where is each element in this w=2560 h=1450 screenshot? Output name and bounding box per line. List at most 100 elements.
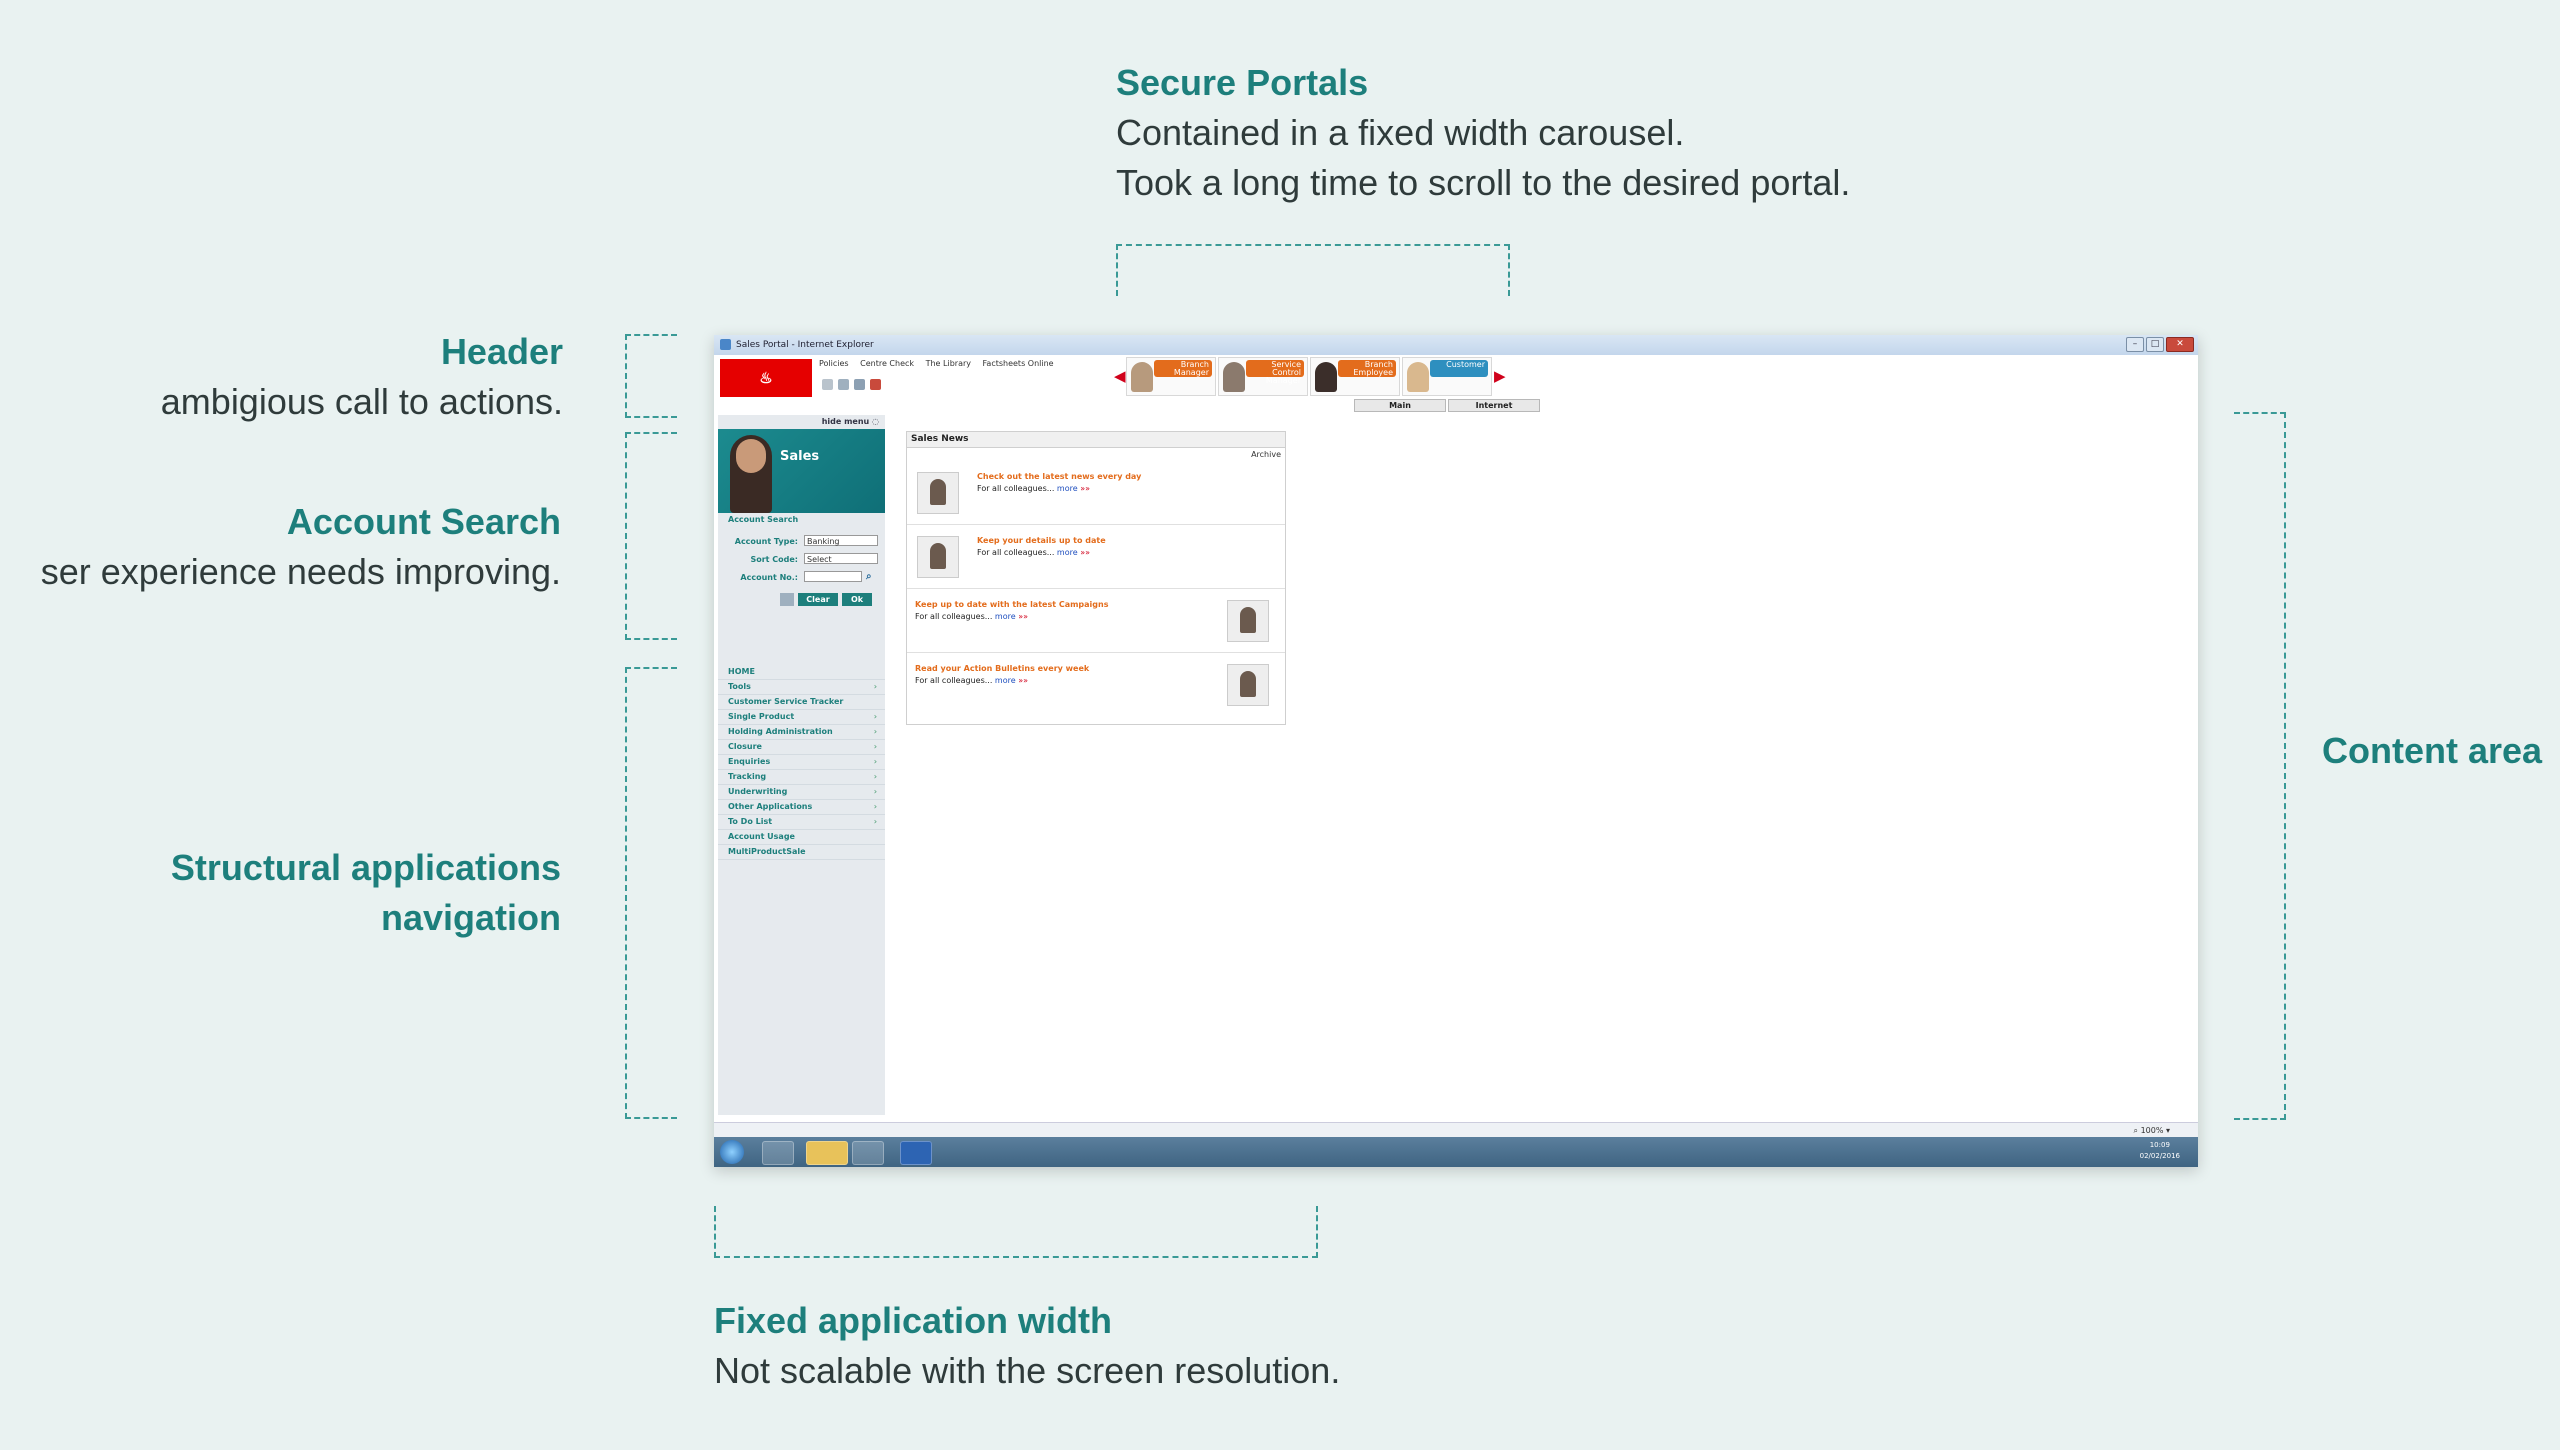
nav-label: Holding Administration: [728, 727, 833, 736]
news-body: For all colleagues... more »»: [915, 676, 1028, 685]
sidebar: hide menu ◌ Sales Account Search Account…: [718, 415, 885, 1115]
minimize-button[interactable]: –: [2126, 337, 2144, 352]
nav-item-tools[interactable]: Tools ›: [718, 680, 885, 695]
content-area-bracket: [2234, 412, 2286, 1120]
news-body-text: For all colleagues...: [977, 484, 1055, 493]
banner-person-face: [736, 439, 766, 473]
window-title: Sales Portal - Internet Explorer: [736, 340, 874, 350]
sales-news-panel: Sales News Archive Check out the latest …: [906, 431, 1286, 725]
ie-icon: [720, 339, 731, 350]
nav-label: Single Product: [728, 712, 795, 721]
nav-item-home[interactable]: HOME: [718, 665, 885, 680]
topnav-policies[interactable]: Policies: [819, 359, 849, 368]
nav-item-single-product[interactable]: Single Product ›: [718, 710, 885, 725]
nav-label: HOME: [728, 667, 755, 676]
account-type-select[interactable]: Banking: [804, 535, 878, 546]
nav-item-closure[interactable]: Closure ›: [718, 740, 885, 755]
account-no-row: Account No.: ⌕: [722, 571, 880, 584]
nav-label: Customer Service Tracker: [728, 697, 844, 706]
top-navigation: Policies Centre Check The Library Factsh…: [819, 357, 1063, 370]
archive-link[interactable]: Archive: [1251, 450, 1281, 459]
nav-item-tracking[interactable]: Tracking ›: [718, 770, 885, 785]
internet-explorer-icon[interactable]: [852, 1141, 884, 1165]
more-link[interactable]: more: [995, 612, 1016, 621]
chevron-right-icon: ›: [873, 742, 877, 751]
nav-label: Account Usage: [728, 832, 795, 841]
news-headline[interactable]: Check out the latest news every day: [977, 472, 1141, 481]
account-no-label: Account No.:: [740, 573, 798, 582]
nav-item-to-do-list[interactable]: To Do List ›: [718, 815, 885, 830]
chevron-right-icon: ›: [873, 712, 877, 721]
news-body-text: For all colleagues...: [915, 612, 993, 621]
help-icon[interactable]: [854, 379, 865, 390]
portal-branch-employee[interactable]: Branch Employee: [1310, 357, 1400, 396]
news-item: Check out the latest news every day For …: [907, 462, 1285, 525]
clock-date: 02/02/2016: [2139, 1152, 2180, 1160]
nav-item-other-applications[interactable]: Other Applications ›: [718, 800, 885, 815]
chevron-right-icon: ›: [873, 772, 877, 781]
app-window-screenshot: Sales Portal - Internet Explorer – □ ✕ ♨…: [714, 335, 2198, 1167]
carousel-right-arrow-icon[interactable]: ▶: [1494, 367, 1506, 385]
nav-label: Underwriting: [728, 787, 788, 796]
portal-service-control-manager[interactable]: Service Control Manager: [1218, 357, 1308, 396]
nav-item-enquiries[interactable]: Enquiries ›: [718, 755, 885, 770]
hide-menu-link[interactable]: hide menu ◌: [822, 417, 879, 426]
explorer-icon[interactable]: [806, 1141, 848, 1165]
portal-tab-internet[interactable]: Internet: [1448, 399, 1540, 412]
media-player-icon[interactable]: [762, 1141, 794, 1165]
search-icon[interactable]: ⌕: [866, 571, 872, 582]
sort-code-select[interactable]: Select: [804, 553, 878, 564]
calendar-button[interactable]: [780, 593, 794, 606]
portal-customer[interactable]: Customer: [1402, 357, 1492, 396]
news-item: Keep up to date with the latest Campaign…: [907, 590, 1285, 653]
account-no-input[interactable]: [804, 571, 862, 582]
nav-item-customer-service-tracker[interactable]: Customer Service Tracker: [718, 695, 885, 710]
account-type-label: Account Type:: [734, 537, 798, 546]
more-link[interactable]: more: [995, 676, 1016, 685]
more-link[interactable]: more: [1057, 548, 1078, 557]
chevron-right-icon: ›: [873, 787, 877, 796]
clock-time: 10:09: [2149, 1141, 2170, 1149]
portal-carousel: ◀ Branch Manager Service Control Manager…: [1114, 357, 1506, 397]
portal-avatar: [1407, 362, 1429, 392]
news-headline[interactable]: Keep up to date with the latest Campaign…: [915, 600, 1108, 609]
nav-item-account-usage[interactable]: Account Usage: [718, 830, 885, 845]
news-headline[interactable]: Read your Action Bulletins every week: [915, 664, 1089, 673]
structural-nav-heading-2: navigation: [380, 897, 561, 938]
print-icon[interactable]: [822, 379, 833, 390]
outlook-icon[interactable]: [900, 1141, 932, 1165]
secure-portals-line1: Contained in a fixed width carousel.: [1116, 112, 1685, 153]
nav-item-multiproductsale[interactable]: MultiProductSale: [718, 845, 885, 860]
start-button-icon[interactable]: [720, 1140, 744, 1164]
app-header: ♨ Santander Policies Centre Check The Li…: [714, 355, 2198, 425]
nav-item-holding-administration[interactable]: Holding Administration ›: [718, 725, 885, 740]
chevron-right-icon: ›: [873, 802, 877, 811]
topnav-library[interactable]: The Library: [926, 359, 971, 368]
ok-button[interactable]: Ok: [842, 593, 872, 606]
portal-branch-manager[interactable]: Branch Manager: [1126, 357, 1216, 396]
maximize-button[interactable]: □: [2146, 337, 2164, 352]
nav-label: Tools: [728, 682, 751, 691]
nav-label: To Do List: [728, 817, 773, 826]
portal-label: Branch Manager: [1154, 360, 1212, 377]
portal-label: Branch Employee: [1338, 360, 1396, 377]
windows-taskbar: 10:09 02/02/2016: [714, 1137, 2198, 1167]
close-button[interactable]: ✕: [2166, 337, 2194, 352]
chevron-right-icon: ›: [873, 727, 877, 736]
structural-navigation: HOME Tools › Customer Service Tracker Sin…: [718, 665, 885, 860]
secure-portals-line2: Took a long time to scroll to the desire…: [1116, 162, 1851, 203]
clear-button[interactable]: Clear: [798, 593, 838, 606]
topnav-centre-check[interactable]: Centre Check: [860, 359, 914, 368]
carousel-left-arrow-icon[interactable]: ◀: [1114, 367, 1126, 385]
exit-icon[interactable]: [870, 379, 881, 390]
structural-nav-annotation: Structural applications navigation: [171, 843, 561, 943]
news-headline[interactable]: Keep your details up to date: [977, 536, 1106, 545]
mail-icon[interactable]: [838, 379, 849, 390]
news-item: Keep your details up to date For all col…: [907, 526, 1285, 589]
portal-tab-main[interactable]: Main: [1354, 399, 1446, 412]
more-link[interactable]: more: [1057, 484, 1078, 493]
chevron-right-icon: ›: [873, 817, 877, 826]
nav-item-underwriting[interactable]: Underwriting ›: [718, 785, 885, 800]
topnav-factsheets[interactable]: Factsheets Online: [983, 359, 1054, 368]
hide-menu-label: hide menu: [821, 417, 870, 426]
